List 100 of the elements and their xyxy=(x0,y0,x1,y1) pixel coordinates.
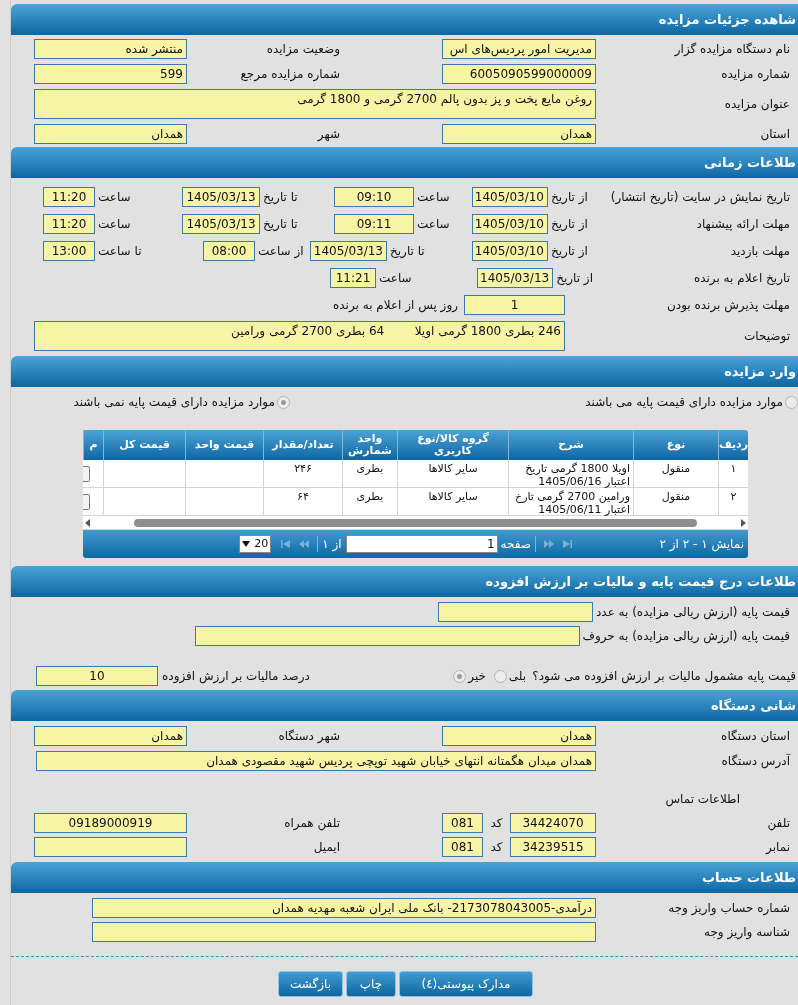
subsection-title: اطلاعات تماس xyxy=(665,791,740,808)
text-field[interactable] xyxy=(194,626,580,646)
text-field[interactable]: 081 xyxy=(442,813,483,833)
field-label: تلفن xyxy=(766,815,790,832)
page-count: از ۱ xyxy=(322,536,343,553)
section-header: طلاعات حساب xyxy=(11,862,798,893)
field-label: تاریخ اعلام به برنده xyxy=(692,270,790,287)
text-field[interactable]: 1405/03/10 xyxy=(472,214,548,234)
field-label: عنوان مزایده xyxy=(723,96,790,113)
field-label: مهلت بازدید xyxy=(729,243,790,260)
field-label: توضیحات xyxy=(742,328,790,345)
field-label: استان دستگاه xyxy=(720,728,790,745)
pager-summary: نمایش ۱ - ۲ از ۲ xyxy=(658,536,744,553)
field-label: ساعت xyxy=(97,216,132,233)
text-field[interactable]: منتشر شده xyxy=(34,39,187,59)
chevron-down-icon xyxy=(242,541,251,547)
field-label: ساعت xyxy=(416,216,451,233)
text-field[interactable]: 081 xyxy=(442,837,483,857)
text-field[interactable]: 34424070 xyxy=(510,813,596,833)
text-field[interactable]: همدان xyxy=(442,124,596,144)
table-cell: منقول xyxy=(633,460,718,487)
table-cell: ۱ xyxy=(718,460,748,487)
text-field[interactable]: 246 بطری 1800 گرمی اویلا 64 بطری 2700 گرمی ورامین xyxy=(34,321,565,351)
field-label: از تاریخ xyxy=(550,243,589,260)
field-label: تا تاریخ xyxy=(389,243,426,260)
field-label: شماره مزایده xyxy=(720,66,790,83)
table-cell: ۲۴۶ xyxy=(263,460,342,487)
table-cell: اویلا 1800 گرمی تاریخ اعتبار 1405/06/16 xyxy=(508,460,633,487)
text-field[interactable] xyxy=(438,602,593,622)
row-action-button[interactable] xyxy=(83,493,90,510)
action-button[interactable]: چاپ xyxy=(346,971,396,997)
field-label: نمابر xyxy=(764,839,790,856)
text-field[interactable]: 09189000919 xyxy=(34,813,187,833)
row-action-button[interactable] xyxy=(83,465,90,482)
text-field[interactable]: 10 xyxy=(36,666,158,686)
field-label: ساعت xyxy=(378,270,413,287)
text-field[interactable]: 1405/03/10 xyxy=(472,187,548,207)
field-label: استان xyxy=(759,126,790,143)
field-label: کد xyxy=(489,839,504,856)
text-field[interactable]: 1405/03/13 xyxy=(477,268,554,288)
text-field[interactable] xyxy=(34,837,187,857)
action-button[interactable]: مدارک پیوستی(٤) xyxy=(399,971,533,997)
field-label: از تاریخ xyxy=(550,216,589,233)
section-header: شاهده جزئیات مزایده xyxy=(11,4,798,35)
field-label: نام دستگاه مزایده گزار xyxy=(673,41,790,58)
field-label: تا تاریخ xyxy=(262,216,299,233)
text-field[interactable]: 11:21 xyxy=(330,268,376,288)
text-field[interactable]: 11:20 xyxy=(43,187,95,207)
field-label: روز پس از اعلام به برنده xyxy=(333,297,459,314)
text-field[interactable]: 599 xyxy=(34,64,187,84)
field-label: ساعت xyxy=(416,189,451,206)
text-field[interactable]: 1405/03/13 xyxy=(182,214,260,234)
page-size-value: 20 xyxy=(254,535,269,552)
text-field[interactable]: 09:11 xyxy=(334,214,414,234)
text-field[interactable]: مدیریت امور پردیس‌های اس xyxy=(442,39,596,59)
table-cell: بطری xyxy=(342,488,397,515)
field-label: تاریخ نمایش در سایت (تاریخ انتشار) xyxy=(609,189,790,206)
table-cell: بطری xyxy=(342,460,397,487)
field-label: شناسه واریز وجه xyxy=(703,924,790,941)
table-cell: منقول xyxy=(633,488,718,515)
previous-page-icon[interactable] xyxy=(543,539,555,549)
horizontal-scrollbar[interactable] xyxy=(83,516,748,530)
table-cell: ۶۴ xyxy=(263,488,342,515)
section-header: شانی دستگاه xyxy=(11,690,798,721)
first-page-icon[interactable] xyxy=(561,539,573,549)
last-page-icon[interactable] xyxy=(280,539,293,549)
text-field[interactable]: 13:00 xyxy=(43,241,95,261)
text-field[interactable]: 6005090599000009 xyxy=(442,64,596,84)
field-label: تلفن همراه xyxy=(283,815,340,832)
text-field[interactable]: همدان xyxy=(34,124,187,144)
text-field[interactable] xyxy=(92,922,596,942)
action-button[interactable]: بازگشت xyxy=(278,971,343,997)
text-field[interactable]: 08:00 xyxy=(203,241,255,261)
field-label: تا تاریخ xyxy=(262,189,299,206)
section-header: وارد مزایده xyxy=(11,356,798,387)
field-label: از ساعت xyxy=(257,243,305,260)
field-label: از تاریخ xyxy=(550,189,589,206)
table-cell: سایر کالاها xyxy=(397,460,508,487)
field-label: قیمت پایه مشمول مالیات بر ارزش افزوده می شود؟ xyxy=(531,668,796,685)
text-field[interactable]: 09:10 xyxy=(334,187,414,207)
text-field[interactable]: همدان xyxy=(442,726,596,746)
text-field[interactable]: همدان میدان هگمتانه انتهای خیابان شهید توپچی پردیس شهید مقصودی همدان xyxy=(36,751,596,771)
text-field[interactable]: 34239515 xyxy=(510,837,596,857)
table-cell: ۲ xyxy=(718,488,748,515)
text-field[interactable]: 1405/03/10 xyxy=(472,241,548,261)
field-label: آدرس دستگاه xyxy=(720,752,790,770)
field-label: ساعت xyxy=(97,189,132,206)
field-label: شماره حساب واریز وجه xyxy=(667,900,790,917)
text-field[interactable]: درآمدی-2173078043005- بانک ملی ایران شعبه مهدیه همدان xyxy=(92,898,596,918)
next-page-icon[interactable] xyxy=(298,539,311,549)
text-field[interactable]: روغن مایع پخت و پز بدون پالم 2700 گرمی و 1800 گرمی xyxy=(34,89,596,119)
table-cell: ورامین 2700 گرمی تارخ اعتبار 1405/06/11 xyxy=(508,488,633,515)
text-field[interactable]: 1405/03/13 xyxy=(182,187,260,207)
section-header: طلاعات درج قیمت پایه و مالیات بر ارزش افزوده xyxy=(11,566,798,597)
text-field[interactable]: 11:20 xyxy=(43,214,95,234)
page-size-select[interactable]: 20 xyxy=(239,535,272,553)
text-field[interactable]: همدان xyxy=(34,726,187,746)
text-field[interactable]: 1 xyxy=(464,295,565,315)
text-field[interactable]: 1405/03/13 xyxy=(310,241,387,261)
page-number-field[interactable]: 1 xyxy=(345,535,498,553)
